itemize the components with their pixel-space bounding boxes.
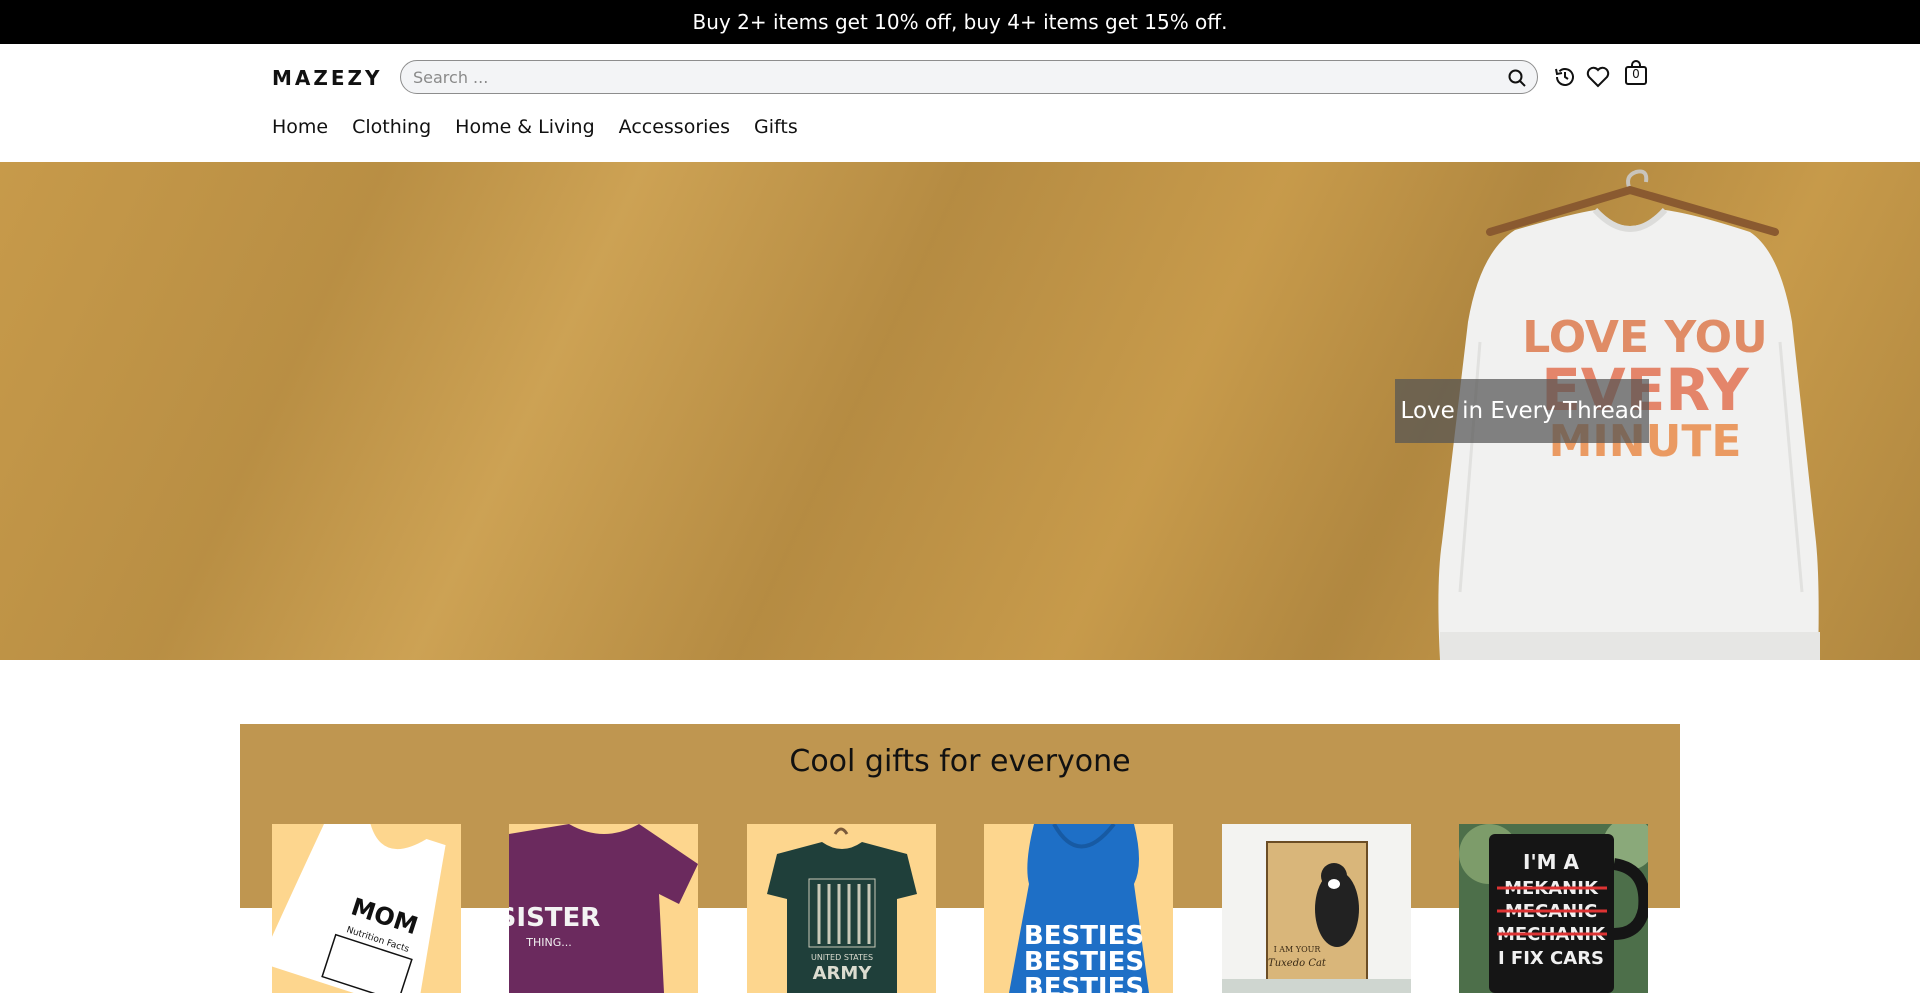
heart-icon[interactable] — [1585, 64, 1611, 90]
product-print-besties-3: BESTIES — [1024, 973, 1144, 993]
product-card-mom-tank-top[interactable]: MOM Nutrition Facts — [272, 824, 461, 993]
cart-count: 0 — [1632, 67, 1640, 81]
product-print-i-am-your: I AM YOUR — [1274, 945, 1322, 954]
product-card-mechanic-mug[interactable]: I'M A MEKANIK MECANIC MECHANIK I FIX CAR… — [1459, 824, 1648, 993]
history-icon[interactable] — [1552, 64, 1578, 90]
hero-caption: Love in Every Thread — [1395, 379, 1649, 443]
site-header: MAZEZY 0 Home Clothing Home & Living Acc… — [0, 44, 1920, 162]
search-icon[interactable] — [1507, 68, 1527, 88]
logo[interactable]: MAZEZY — [272, 66, 383, 90]
product-print-united-states: UNITED STATES — [811, 953, 873, 962]
main-nav: Home Clothing Home & Living Accessories … — [272, 116, 798, 138]
nav-item-clothing[interactable]: Clothing — [352, 116, 431, 138]
cart-button[interactable]: 0 — [1623, 60, 1649, 86]
announcement-text: Buy 2+ items get 10% off, buy 4+ items g… — [692, 10, 1228, 34]
search-bar — [400, 60, 1538, 94]
gifts-section-title: Cool gifts for everyone — [789, 744, 1131, 779]
announcement-bar: Buy 2+ items get 10% off, buy 4+ items g… — [0, 0, 1920, 44]
nav-item-accessories[interactable]: Accessories — [619, 116, 730, 138]
product-print-army: ARMY — [813, 963, 873, 984]
nav-item-gifts[interactable]: Gifts — [754, 116, 798, 138]
nav-item-home[interactable]: Home — [272, 116, 328, 138]
product-print-thing: THING... — [525, 936, 571, 949]
product-print-im-a: I'M A — [1523, 850, 1579, 874]
product-print-sister: SISTER — [509, 903, 600, 933]
product-print-tuxedo-cat: Tuxedo Cat — [1268, 958, 1327, 969]
product-card-besties-hoodie[interactable]: BESTIES BESTIES BESTIES — [984, 824, 1173, 993]
hero-banner[interactable]: LOVE YOU EVERY MINUTE Love in Every Thre… — [0, 162, 1920, 660]
product-card-sister-tshirt[interactable]: SISTER THING... — [509, 824, 698, 993]
product-card-army-tshirt[interactable]: UNITED STATES ARMY — [747, 824, 936, 993]
search-input[interactable] — [413, 65, 1473, 89]
product-card-cat-poster[interactable]: I AM YOUR Tuxedo Cat — [1222, 824, 1411, 993]
product-print-i-fix-cars: I FIX CARS — [1498, 948, 1604, 969]
nav-item-home-living[interactable]: Home & Living — [455, 116, 595, 138]
